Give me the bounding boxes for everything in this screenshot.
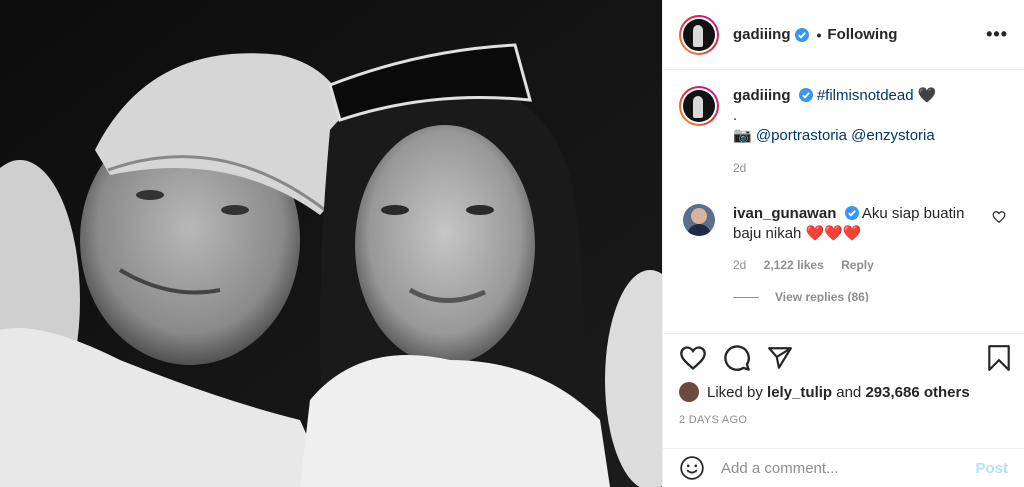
likes-summary: Liked by lely_tulip and 293,686 others xyxy=(679,382,1012,402)
author-username[interactable]: gadiiing xyxy=(733,26,791,43)
comment-like-icon[interactable] xyxy=(992,210,1006,224)
liker-username[interactable]: lely_tulip xyxy=(767,384,832,401)
separator-dot: • xyxy=(816,26,822,43)
comment-item: ivan_gunawan Aku siap buatin baju nikah … xyxy=(679,204,1008,244)
bookmark-icon[interactable] xyxy=(986,344,1012,372)
commenter-avatar[interactable] xyxy=(683,204,715,236)
post-timestamp[interactable]: 2 DAYS AGO xyxy=(679,414,1012,426)
photo-image xyxy=(0,0,662,487)
reply-button[interactable]: Reply xyxy=(841,258,874,272)
following-button[interactable]: Following xyxy=(827,26,897,43)
comment-likes[interactable]: 2,122 likes xyxy=(764,258,824,272)
share-icon[interactable] xyxy=(767,345,793,371)
verified-icon xyxy=(794,27,809,42)
view-replies-button[interactable]: View replies (86) xyxy=(733,292,1008,302)
verified-icon xyxy=(844,206,859,220)
liker-avatar[interactable] xyxy=(679,382,699,402)
mention-links[interactable]: @portrastoria @enzystoria xyxy=(756,127,935,144)
add-comment-bar: Post xyxy=(663,448,1024,487)
post-caption: gadiiing #filmisnotdead 🖤 . 📷 @portrasto… xyxy=(679,86,1008,178)
post-sidebar: gadiiing • Following ••• gadiiing #filmi… xyxy=(662,0,1024,487)
camera-emoji: 📷 xyxy=(733,127,752,144)
post-header: gadiiing • Following ••• xyxy=(663,0,1024,70)
comments-section: gadiiing #filmisnotdead 🖤 . 📷 @portrasto… xyxy=(663,70,1024,332)
others-likes-link[interactable]: 293,686 others xyxy=(865,384,969,401)
comment-input[interactable] xyxy=(721,459,976,477)
emoji-icon[interactable] xyxy=(679,455,705,481)
caption-age: 2d xyxy=(733,161,747,175)
heart-icon[interactable] xyxy=(679,344,707,372)
comment-meta: 2d 2,122 likes Reply xyxy=(733,258,1008,272)
post-photo[interactable] xyxy=(0,0,662,487)
commenter-username[interactable]: ivan_gunawan xyxy=(733,205,836,222)
caption-avatar[interactable] xyxy=(679,86,719,126)
instagram-post: gadiiing • Following ••• gadiiing #filmi… xyxy=(0,0,1024,487)
black-heart-emoji: 🖤 xyxy=(917,87,937,104)
caption-line: . xyxy=(733,107,738,124)
caption-username[interactable]: gadiiing xyxy=(733,87,791,104)
hashtag-link[interactable]: #filmisnotdead xyxy=(817,87,914,104)
comment-age: 2d xyxy=(733,258,747,272)
post-comment-button[interactable]: Post xyxy=(975,460,1008,477)
verified-icon xyxy=(798,88,813,102)
author-avatar[interactable] xyxy=(679,14,719,55)
more-options-icon[interactable]: ••• xyxy=(986,24,1008,45)
post-actions: Liked by lely_tulip and 293,686 others 2… xyxy=(663,333,1024,426)
comment-icon[interactable] xyxy=(723,344,751,372)
